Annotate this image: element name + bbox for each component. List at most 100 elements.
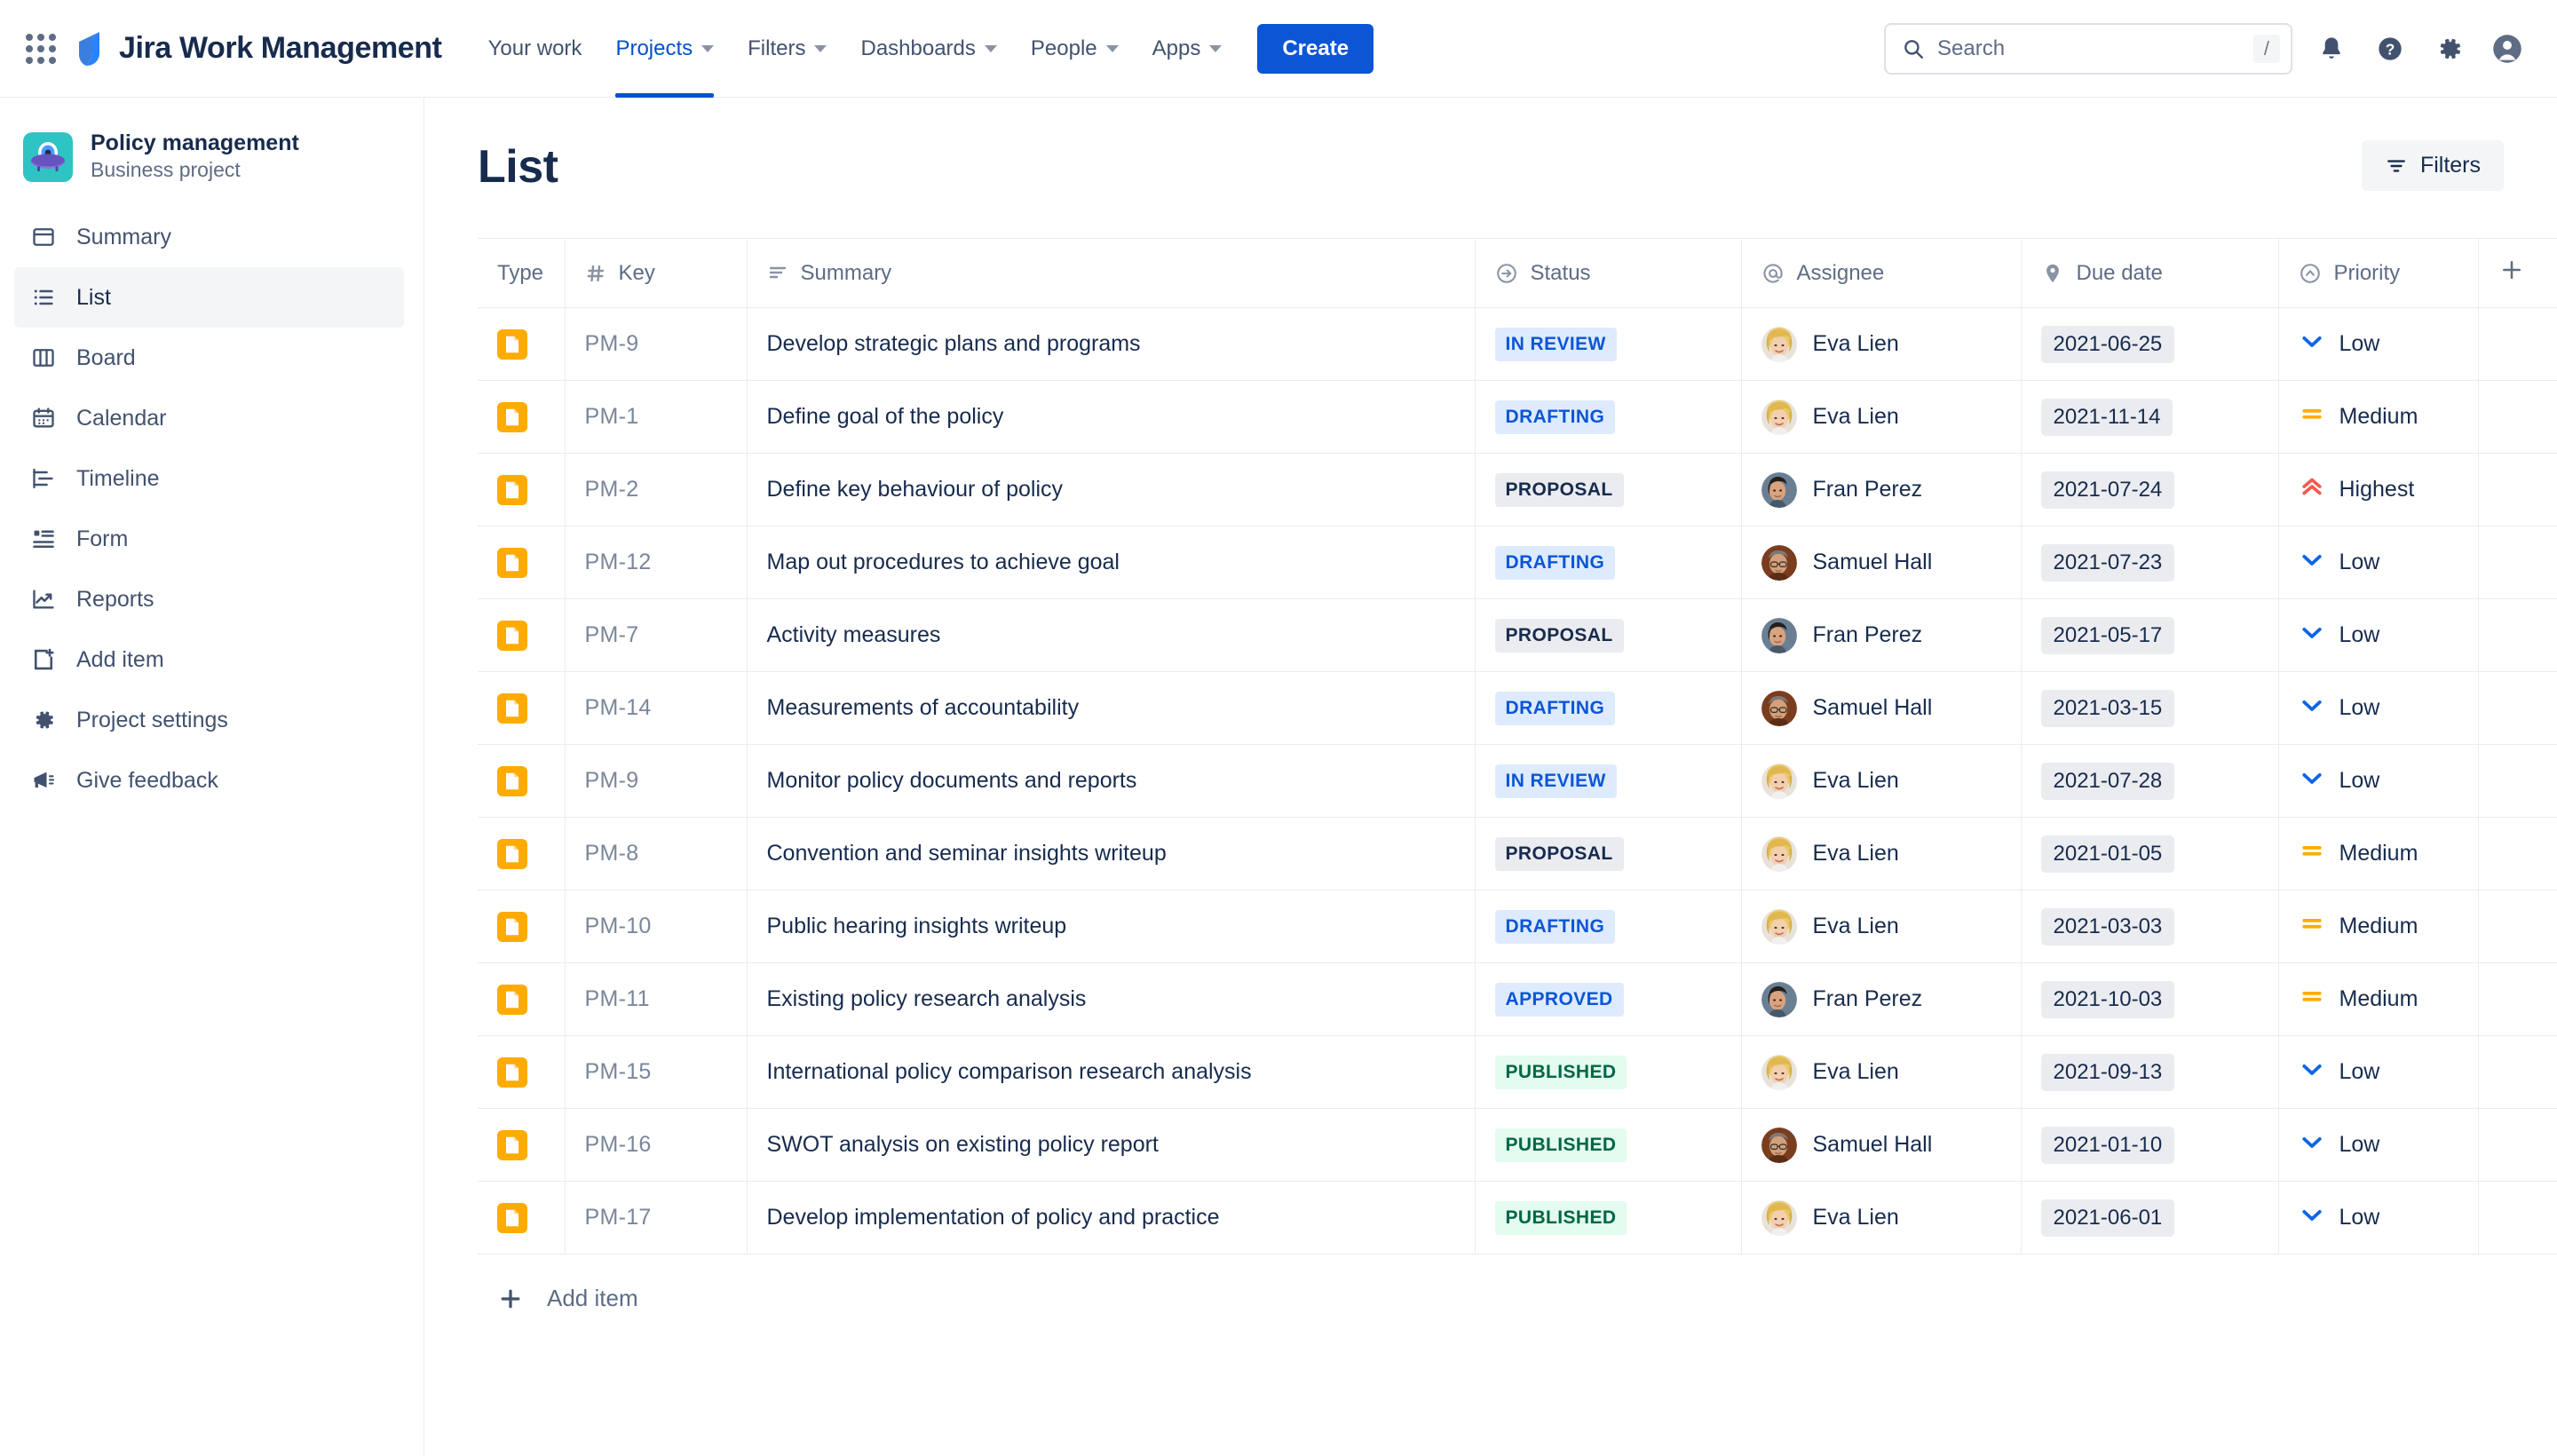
cell-key[interactable]: PM-9 — [565, 744, 748, 818]
notifications-bell-icon[interactable] — [2312, 29, 2351, 68]
cell-type[interactable] — [478, 744, 566, 818]
cell-status[interactable]: DRAFTING — [1475, 890, 1742, 963]
table-row[interactable]: PM-11 Existing policy research analysis … — [478, 962, 2557, 1036]
cell-assignee[interactable]: Fran Perez — [1741, 598, 2022, 672]
settings-gear-icon[interactable] — [2429, 29, 2468, 68]
cell-key[interactable]: PM-1 — [565, 380, 748, 454]
user-avatar-icon[interactable] — [2488, 29, 2527, 68]
cell-key[interactable]: PM-16 — [565, 1108, 748, 1182]
nav-item-your-work[interactable]: Your work — [472, 0, 598, 98]
table-row[interactable]: PM-1 Define goal of the policy DRAFTING … — [478, 380, 2557, 454]
cell-summary[interactable]: Develop implementation of policy and pra… — [747, 1181, 1476, 1254]
cell-status[interactable]: PUBLISHED — [1475, 1035, 1742, 1109]
cell-assignee[interactable]: Eva Lien — [1741, 890, 2022, 963]
cell-due-date[interactable]: 2021-09-13 — [2021, 1035, 2279, 1109]
cell-due-date[interactable]: 2021-07-28 — [2021, 744, 2279, 818]
create-button[interactable]: Create — [1257, 23, 1374, 74]
cell-assignee[interactable]: Eva Lien — [1741, 1035, 2022, 1109]
cell-key[interactable]: PM-17 — [565, 1181, 748, 1254]
cell-type[interactable] — [478, 526, 566, 599]
sidebar-item-calendar[interactable]: Calendar — [14, 388, 404, 448]
nav-item-projects[interactable]: Projects — [599, 0, 730, 98]
table-row[interactable]: PM-15 International policy comparison re… — [478, 1035, 2557, 1109]
cell-status[interactable]: DRAFTING — [1475, 526, 1742, 599]
cell-summary[interactable]: Define key behaviour of policy — [747, 453, 1476, 526]
sidebar-item-board[interactable]: Board — [14, 328, 404, 388]
cell-priority[interactable]: Medium — [2278, 380, 2479, 454]
table-row[interactable]: PM-12 Map out procedures to achieve goal… — [478, 526, 2557, 599]
cell-key[interactable]: PM-10 — [565, 890, 748, 963]
cell-due-date[interactable]: 2021-06-01 — [2021, 1181, 2279, 1254]
table-row[interactable]: PM-9 Monitor policy documents and report… — [478, 744, 2557, 818]
cell-priority[interactable]: Low — [2278, 307, 2479, 381]
cell-status[interactable]: IN REVIEW — [1475, 307, 1742, 381]
cell-type[interactable] — [478, 1181, 566, 1254]
table-row[interactable]: PM-14 Measurements of accountability DRA… — [478, 671, 2557, 745]
cell-type[interactable] — [478, 453, 566, 526]
search-input[interactable] — [1937, 36, 2253, 61]
cell-due-date[interactable]: 2021-07-24 — [2021, 453, 2279, 526]
cell-assignee[interactable]: Eva Lien — [1741, 744, 2022, 818]
cell-due-date[interactable]: 2021-01-10 — [2021, 1108, 2279, 1182]
column-header-key[interactable]: Key — [565, 238, 748, 308]
cell-priority[interactable]: Low — [2278, 598, 2479, 672]
cell-priority[interactable]: Low — [2278, 744, 2479, 818]
column-header-due-date[interactable]: Due date — [2021, 238, 2279, 308]
table-row[interactable]: PM-8 Convention and seminar insights wri… — [478, 817, 2557, 890]
project-header[interactable]: Policy management Business project — [0, 123, 424, 207]
cell-type[interactable] — [478, 890, 566, 963]
cell-priority[interactable]: Highest — [2278, 453, 2479, 526]
search-box[interactable]: / — [1884, 22, 2292, 75]
cell-type[interactable] — [478, 307, 566, 381]
cell-summary[interactable]: Monitor policy documents and reports — [747, 744, 1476, 818]
cell-summary[interactable]: Public hearing insights writeup — [747, 890, 1476, 963]
table-row[interactable]: PM-10 Public hearing insights writeup DR… — [478, 890, 2557, 963]
cell-summary[interactable]: Existing policy research analysis — [747, 962, 1476, 1036]
cell-priority[interactable]: Low — [2278, 671, 2479, 745]
cell-assignee[interactable]: Eva Lien — [1741, 817, 2022, 890]
cell-priority[interactable]: Medium — [2278, 817, 2479, 890]
sidebar-item-reports[interactable]: Reports — [14, 569, 404, 629]
cell-key[interactable]: PM-7 — [565, 598, 748, 672]
column-header-priority[interactable]: Priority — [2278, 238, 2479, 308]
cell-assignee[interactable]: Samuel Hall — [1741, 526, 2022, 599]
cell-key[interactable]: PM-2 — [565, 453, 748, 526]
cell-due-date[interactable]: 2021-07-23 — [2021, 526, 2279, 599]
cell-assignee[interactable]: Fran Perez — [1741, 962, 2022, 1036]
help-question-icon[interactable]: ? — [2371, 29, 2410, 68]
cell-status[interactable]: PUBLISHED — [1475, 1181, 1742, 1254]
cell-key[interactable]: PM-14 — [565, 671, 748, 745]
cell-summary[interactable]: International policy comparison research… — [747, 1035, 1476, 1109]
sidebar-item-list[interactable]: List — [14, 267, 404, 328]
column-header-assignee[interactable]: Assignee — [1741, 238, 2022, 308]
nav-item-people[interactable]: People — [1015, 0, 1135, 98]
cell-assignee[interactable]: Samuel Hall — [1741, 671, 2022, 745]
nav-item-apps[interactable]: Apps — [1136, 0, 1239, 98]
cell-summary[interactable]: Measurements of accountability — [747, 671, 1476, 745]
cell-status[interactable]: DRAFTING — [1475, 671, 1742, 745]
cell-due-date[interactable]: 2021-06-25 — [2021, 307, 2279, 381]
cell-due-date[interactable]: 2021-01-05 — [2021, 817, 2279, 890]
cell-status[interactable]: APPROVED — [1475, 962, 1742, 1036]
cell-due-date[interactable]: 2021-10-03 — [2021, 962, 2279, 1036]
apps-grid-icon[interactable] — [21, 29, 60, 68]
cell-status[interactable]: PUBLISHED — [1475, 1108, 1742, 1182]
sidebar-item-form[interactable]: Form — [14, 509, 404, 569]
cell-assignee[interactable]: Samuel Hall — [1741, 1108, 2022, 1182]
sidebar-item-project-settings[interactable]: Project settings — [14, 690, 404, 750]
cell-priority[interactable]: Medium — [2278, 890, 2479, 963]
cell-type[interactable] — [478, 817, 566, 890]
add-item-footer-button[interactable]: Add item — [478, 1254, 1010, 1342]
cell-key[interactable]: PM-12 — [565, 526, 748, 599]
cell-type[interactable] — [478, 962, 566, 1036]
cell-status[interactable]: PROPOSAL — [1475, 817, 1742, 890]
cell-summary[interactable]: Activity measures — [747, 598, 1476, 672]
column-header-summary[interactable]: Summary — [747, 238, 1476, 308]
sidebar-item-give-feedback[interactable]: Give feedback — [14, 750, 404, 811]
table-row[interactable]: PM-16 SWOT analysis on existing policy r… — [478, 1108, 2557, 1182]
cell-type[interactable] — [478, 1108, 566, 1182]
cell-priority[interactable]: Low — [2278, 1181, 2479, 1254]
table-row[interactable]: PM-7 Activity measures PROPOSAL Fran Per… — [478, 598, 2557, 672]
cell-key[interactable]: PM-11 — [565, 962, 748, 1036]
cell-due-date[interactable]: 2021-03-03 — [2021, 890, 2279, 963]
